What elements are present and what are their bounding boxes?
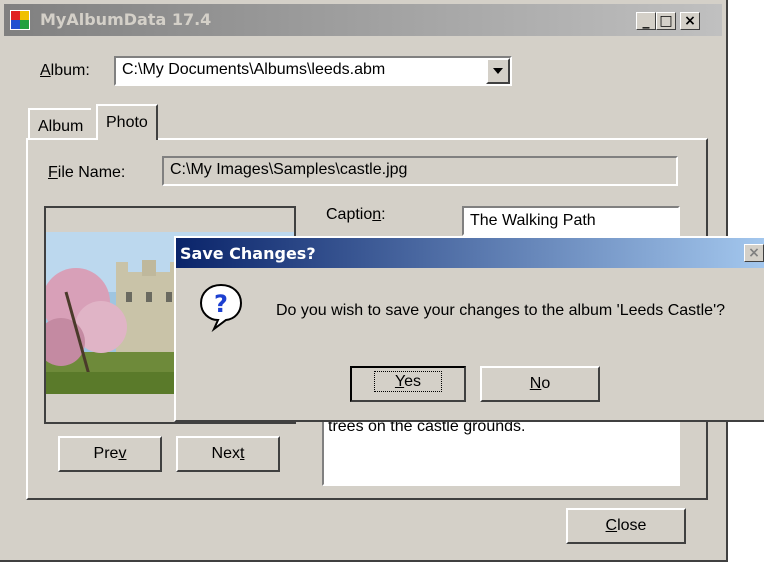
caption-value: The Walking Path [470,212,596,229]
tab-photo[interactable]: Photo [96,104,158,140]
prev-accesskey: v [118,445,127,462]
caption-label-text: Captio [326,206,373,223]
title-bar[interactable]: MyAlbumData 17.4 _ □ × [4,4,722,36]
tab-photo-label: Photo [106,114,148,131]
close-window-button[interactable]: × [680,12,700,30]
album-label-text: lbum: [50,62,90,79]
prev-button[interactable]: Prev [58,436,162,472]
next-button[interactable]: Next [176,436,280,472]
caption-accesskey: n [372,206,382,223]
dialog-title: Save Changes? [180,244,316,263]
question-icon-glyph: ? [214,290,228,318]
album-dropdown-button[interactable] [486,58,510,84]
prev-button-label: Pre [93,445,119,462]
dialog-title-bar[interactable]: Save Changes? × [176,238,764,268]
close-button[interactable]: Close [566,508,686,544]
dialog-message: Do you wish to save your changes to the … [276,302,726,319]
caption-field[interactable]: The Walking Path [462,206,680,236]
chevron-down-icon [493,68,503,74]
dialog-close-button[interactable]: × [744,244,764,262]
file-name-label: File Name: [48,164,125,182]
tab-album-label: Album [38,118,84,135]
album-select[interactable]: C:\My Documents\Albums\leeds.abm [114,56,512,86]
file-name-field[interactable]: C:\My Images\Samples\castle.jpg [162,156,678,186]
description-field[interactable]: trees on the castle grounds. [322,412,680,486]
minimize-button[interactable]: _ [636,12,656,30]
file-name-value: C:\My Images\Samples\castle.jpg [170,161,408,178]
yes-button[interactable]: Yes [350,366,466,402]
album-label: Album: [40,62,90,80]
yes-button-label: es [404,373,422,390]
next-button-label: Nex [211,445,240,462]
app-icon [10,10,30,30]
file-name-text: ile Name: [57,164,126,181]
question-icon: ? [199,283,243,332]
yes-accesskey: Y [394,373,405,390]
album-select-value: C:\My Documents\Albums\leeds.abm [122,61,386,78]
caption-label-colon: : [381,206,386,223]
file-name-accesskey: F [48,164,58,181]
next-accesskey: t [240,445,245,462]
no-button-label: o [541,375,551,392]
album-label-accesskey: A [40,62,51,79]
maximize-button[interactable]: □ [656,12,676,30]
tab-album[interactable]: Album [28,108,92,140]
no-accesskey: N [529,375,542,392]
no-button[interactable]: No [480,366,600,402]
close-button-label: lose [617,517,647,534]
window-title: MyAlbumData 17.4 [40,10,212,29]
close-accesskey: C [605,517,618,534]
caption-label: Caption: [326,206,386,224]
save-changes-dialog: Save Changes? × ? Do you wish to save yo… [174,236,764,422]
yes-button-focus: Yes [373,371,443,392]
